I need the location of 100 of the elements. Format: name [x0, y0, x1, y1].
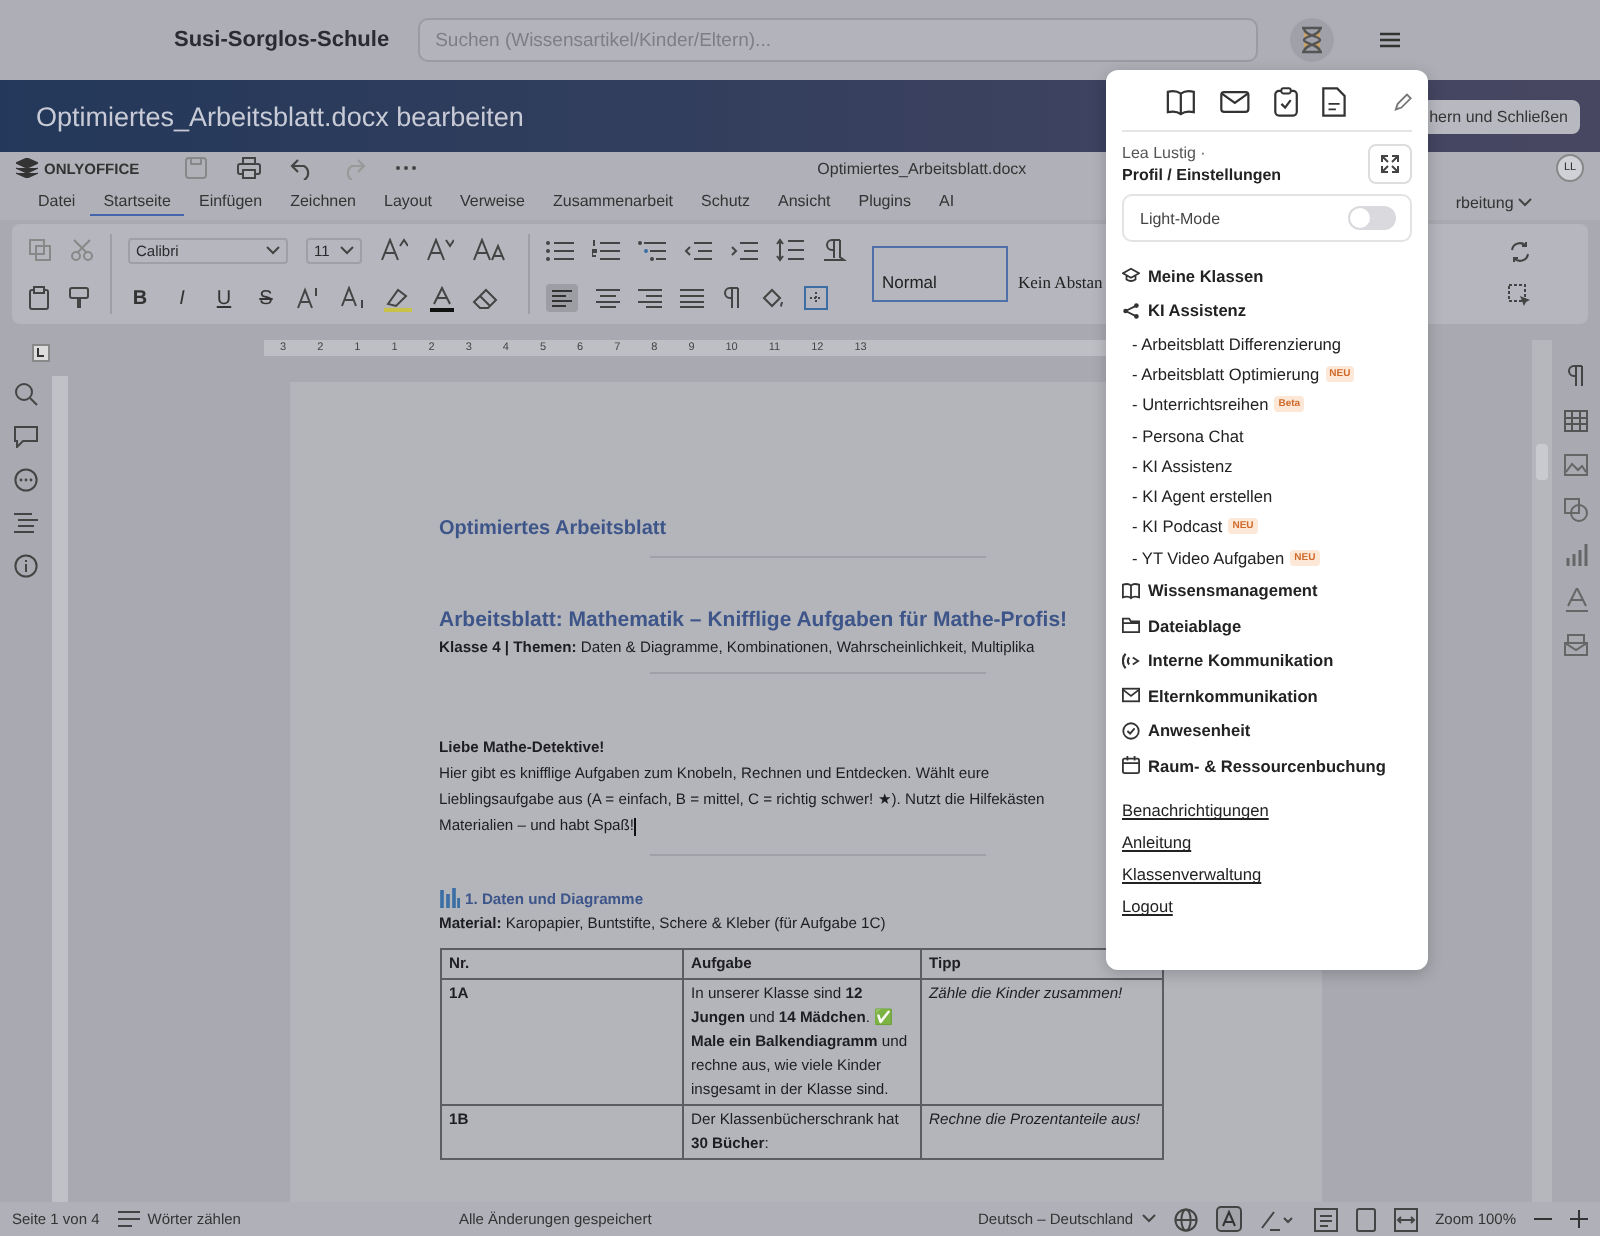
menu-item-label: Elternkommunikation: [1148, 685, 1318, 706]
search-icon[interactable]: [14, 382, 38, 406]
menu-link[interactable]: Benachrichtigungen: [1122, 800, 1269, 821]
more-icon[interactable]: [393, 164, 418, 172]
align-right-icon[interactable]: [638, 288, 662, 308]
menu-link[interactable]: Klassenverwaltung: [1122, 864, 1262, 885]
comment-icon[interactable]: [14, 426, 38, 448]
menu-tab[interactable]: Datei: [24, 188, 90, 216]
style-preset[interactable]: Normal: [872, 246, 1008, 302]
submenu-item[interactable]: - Arbeitsblatt Optimierung: [1132, 363, 1320, 384]
menu-tab[interactable]: Startseite: [89, 188, 185, 216]
format-button[interactable]: I: [170, 287, 194, 309]
menu-item[interactable]: Dateiablage: [1122, 607, 1412, 643]
user-name: Lea Lustig ·: [1122, 144, 1208, 162]
menu-item[interactable]: Elternkommunikation: [1122, 677, 1412, 713]
spellcheck-icon[interactable]: [1215, 1206, 1242, 1232]
tab-stop-icon[interactable]: [31, 344, 49, 362]
mode-dropdown[interactable]: rbeitung: [1443, 191, 1544, 213]
menu-link[interactable]: Logout: [1122, 896, 1173, 917]
submenu-item[interactable]: - KI Podcast: [1132, 516, 1223, 537]
replace-icon[interactable]: [1508, 240, 1532, 264]
align-center-icon[interactable]: [596, 288, 620, 308]
decrease-indent-icon[interactable]: [684, 239, 712, 261]
submenu-item[interactable]: - YT Video Aufgaben: [1132, 547, 1285, 568]
grow-font-icon[interactable]: [380, 238, 408, 262]
numbered-list-icon[interactable]: [592, 239, 620, 261]
track-changes-icon[interactable]: [1259, 1207, 1296, 1231]
undo-icon[interactable]: [289, 156, 314, 180]
submenu-item[interactable]: - KI Assistenz: [1132, 455, 1233, 476]
format-painter-icon[interactable]: [68, 286, 90, 310]
shading-icon[interactable]: [760, 286, 786, 310]
menu-tab[interactable]: Verweise: [446, 188, 539, 216]
borders-icon[interactable]: [804, 286, 828, 310]
format-button[interactable]: S: [254, 287, 278, 309]
subscript-icon[interactable]: [340, 286, 366, 310]
image-icon[interactable]: [1564, 454, 1588, 476]
submenu-item[interactable]: - Unterrichtsreihen: [1132, 394, 1269, 415]
caret-icon: [266, 245, 280, 255]
menu-tab[interactable]: Schutz: [687, 188, 764, 216]
submenu-item[interactable]: - Arbeitsblatt Differenzierung: [1132, 333, 1342, 354]
fit-page-icon[interactable]: [1355, 1207, 1376, 1231]
select-icon[interactable]: [1508, 284, 1532, 308]
light-mode-toggle[interactable]: [1348, 206, 1396, 230]
menu-item-label: Anwesenheit: [1148, 720, 1251, 741]
clipboard-check-icon[interactable]: [1273, 86, 1298, 118]
bar-chart-icon: [439, 888, 459, 908]
justify-icon[interactable]: [680, 288, 704, 308]
menu-tab[interactable]: AI: [924, 188, 969, 216]
menu-tab[interactable]: Ansicht: [764, 188, 845, 216]
shapes-icon[interactable]: [1564, 498, 1588, 522]
pencil-icon[interactable]: [1393, 92, 1413, 112]
profile-settings-link[interactable]: Profil / Einstellungen: [1122, 166, 1282, 184]
eraser-icon[interactable]: [472, 286, 498, 310]
chat-icon[interactable]: [14, 468, 38, 492]
shrink-font-icon[interactable]: [426, 238, 454, 262]
info-icon[interactable]: [14, 554, 38, 578]
menu-tab[interactable]: Zusammenarbeit: [539, 188, 688, 216]
font-color-icon[interactable]: [430, 285, 454, 311]
line-spacing-icon[interactable]: [776, 238, 804, 262]
submenu-item[interactable]: - KI Agent erstellen: [1132, 486, 1273, 507]
text-art-icon[interactable]: [1565, 588, 1587, 612]
print-icon[interactable]: [235, 156, 262, 180]
pilcrow-icon[interactable]: [722, 286, 742, 310]
menu-tab[interactable]: Layout: [370, 188, 447, 216]
superscript-icon[interactable]: [296, 286, 322, 310]
menu-tab[interactable]: Zeichnen: [276, 188, 370, 216]
align-left-icon[interactable]: [546, 284, 578, 312]
highlight-icon[interactable]: [384, 285, 412, 311]
bullet-list-icon[interactable]: [546, 239, 574, 261]
mail-merge-icon[interactable]: [1564, 634, 1588, 656]
mail-icon[interactable]: [1219, 90, 1250, 114]
hourglass-button[interactable]: [1289, 18, 1334, 62]
multilevel-list-icon[interactable]: [638, 239, 666, 261]
menu-tab[interactable]: Einfügen: [184, 188, 277, 216]
menu-item[interactable]: Interne Kommunikation: [1122, 642, 1412, 678]
table-icon[interactable]: [1564, 410, 1588, 432]
document-view-icon[interactable]: [1313, 1207, 1338, 1231]
book-icon: [1122, 581, 1140, 600]
zoom-in-icon[interactable]: [1570, 1210, 1588, 1228]
format-button[interactable]: B: [128, 287, 152, 309]
increase-indent-icon[interactable]: [730, 239, 758, 261]
globe-icon[interactable]: [1173, 1207, 1198, 1231]
chart-icon[interactable]: [1565, 544, 1587, 566]
menu-tab[interactable]: Plugins: [844, 188, 925, 216]
format-button[interactable]: U: [212, 287, 236, 309]
fit-width-icon[interactable]: [1393, 1207, 1418, 1231]
caret-icon: [1518, 197, 1532, 207]
menu-item[interactable]: Anwesenheit: [1122, 712, 1412, 748]
navigation-icon[interactable]: [14, 512, 38, 534]
expand-button[interactable]: [1368, 144, 1412, 184]
menu-link[interactable]: Anleitung: [1122, 832, 1192, 853]
menu-item[interactable]: Wissensmanagement: [1122, 572, 1412, 608]
paste-icon[interactable]: [28, 286, 50, 310]
document-icon[interactable]: [1321, 86, 1346, 118]
menu-item[interactable]: Raum- & Ressourcenbuchung: [1122, 747, 1412, 783]
submenu-item[interactable]: - Persona Chat: [1132, 425, 1244, 446]
menu-icon[interactable]: [1379, 32, 1400, 48]
paragraph-icon[interactable]: [1566, 364, 1586, 388]
paragraph-settings-icon[interactable]: [822, 238, 848, 262]
book-icon[interactable]: [1166, 88, 1196, 116]
